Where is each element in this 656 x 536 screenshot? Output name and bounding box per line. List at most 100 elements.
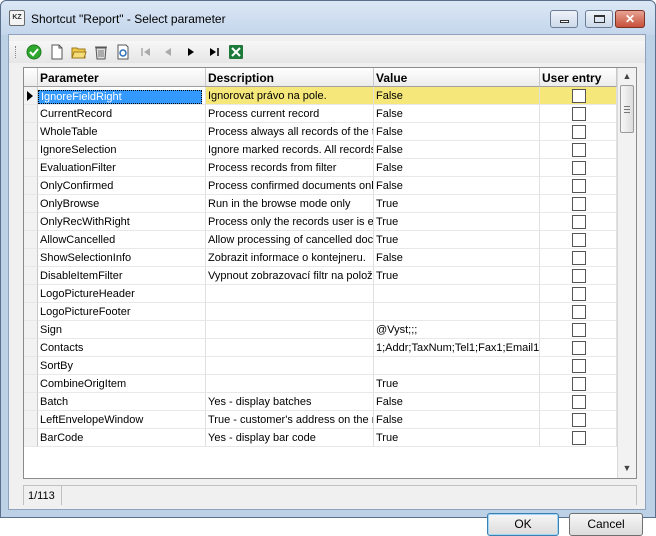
table-row[interactable]: AllowCancelled Allow processing of cancel…: [24, 231, 617, 249]
cell-parameter[interactable]: Batch: [38, 393, 206, 411]
cell-value[interactable]: False: [374, 393, 540, 411]
user-entry-checkbox[interactable]: [572, 413, 586, 427]
row-indicator[interactable]: [24, 411, 38, 429]
close-button[interactable]: ✕: [615, 10, 645, 28]
cell-parameter[interactable]: EvaluationFilter: [38, 159, 206, 177]
table-row[interactable]: IgnoreFieldRight Ignorovat právo na pole.…: [24, 87, 617, 105]
row-indicator[interactable]: [24, 393, 38, 411]
cell-parameter[interactable]: Contacts: [38, 339, 206, 357]
cell-parameter[interactable]: IgnoreSelection: [38, 141, 206, 159]
cell-value[interactable]: True: [374, 231, 540, 249]
cell-value[interactable]: True: [374, 213, 540, 231]
table-row[interactable]: SortBy: [24, 357, 617, 375]
cell-description[interactable]: Process confirmed documents only: [206, 177, 374, 195]
row-indicator[interactable]: [24, 321, 38, 339]
cell-description[interactable]: Yes - display batches: [206, 393, 374, 411]
user-entry-checkbox[interactable]: [572, 377, 586, 391]
row-indicator[interactable]: [24, 159, 38, 177]
row-indicator[interactable]: [24, 267, 38, 285]
user-entry-checkbox[interactable]: [572, 107, 586, 121]
row-indicator[interactable]: [24, 87, 38, 105]
column-header-parameter[interactable]: Parameter: [38, 68, 206, 87]
user-entry-checkbox[interactable]: [572, 89, 586, 103]
table-row[interactable]: DisableItemFilter Vypnout zobrazovací fil…: [24, 267, 617, 285]
cell-value[interactable]: False: [374, 249, 540, 267]
cell-value[interactable]: False: [374, 141, 540, 159]
cell-parameter[interactable]: LogoPictureHeader: [38, 285, 206, 303]
cell-value[interactable]: True: [374, 195, 540, 213]
cell-description[interactable]: [206, 303, 374, 321]
cell-parameter[interactable]: ShowSelectionInfo: [38, 249, 206, 267]
cell-value[interactable]: 1;Addr;TaxNum;Tel1;Fax1;Email1;\: [374, 339, 540, 357]
parameter-grid[interactable]: Parameter Description Value User entry I…: [23, 67, 637, 479]
row-indicator[interactable]: [24, 105, 38, 123]
row-indicator[interactable]: [24, 195, 38, 213]
cell-parameter[interactable]: SortBy: [38, 357, 206, 375]
row-indicator[interactable]: [24, 249, 38, 267]
cell-parameter[interactable]: CurrentRecord: [38, 105, 206, 123]
row-indicator[interactable]: [24, 429, 38, 447]
cell-description[interactable]: Process records from filter: [206, 159, 374, 177]
cell-description[interactable]: [206, 321, 374, 339]
scroll-down-icon[interactable]: ▼: [618, 460, 636, 477]
user-entry-checkbox[interactable]: [572, 143, 586, 157]
cell-description[interactable]: Process current record: [206, 105, 374, 123]
cell-description[interactable]: Ignore marked records. All records: [206, 141, 374, 159]
column-header-user-entry[interactable]: User entry: [540, 68, 617, 87]
table-row[interactable]: Contacts 1;Addr;TaxNum;Tel1;Fax1;Email1;\: [24, 339, 617, 357]
table-row[interactable]: CurrentRecord Process current record False: [24, 105, 617, 123]
cell-value[interactable]: [374, 357, 540, 375]
cell-value[interactable]: False: [374, 87, 540, 105]
table-row[interactable]: ShowSelectionInfo Zobrazit informace o ko…: [24, 249, 617, 267]
row-indicator[interactable]: [24, 357, 38, 375]
cell-parameter[interactable]: CombineOrigItem: [38, 375, 206, 393]
table-row[interactable]: OnlyConfirmed Process confirmed documents…: [24, 177, 617, 195]
table-row[interactable]: OnlyBrowse Run in the browse mode only Tru…: [24, 195, 617, 213]
user-entry-checkbox[interactable]: [572, 341, 586, 355]
cell-parameter[interactable]: IgnoreFieldRight: [38, 87, 206, 105]
user-entry-checkbox[interactable]: [572, 179, 586, 193]
cell-description[interactable]: True - customer's address on the ri: [206, 411, 374, 429]
cell-parameter[interactable]: OnlyConfirmed: [38, 177, 206, 195]
previous-record-icon[interactable]: [160, 44, 176, 60]
check-icon[interactable]: [26, 44, 42, 60]
user-entry-checkbox[interactable]: [572, 125, 586, 139]
row-indicator[interactable]: [24, 375, 38, 393]
table-row[interactable]: LogoPictureHeader: [24, 285, 617, 303]
cell-description[interactable]: Allow processing of cancelled docu: [206, 231, 374, 249]
cell-parameter[interactable]: AllowCancelled: [38, 231, 206, 249]
new-document-icon[interactable]: [49, 44, 65, 60]
cell-parameter[interactable]: DisableItemFilter: [38, 267, 206, 285]
cell-description[interactable]: Yes - display bar code: [206, 429, 374, 447]
cell-description[interactable]: [206, 339, 374, 357]
cell-value[interactable]: False: [374, 177, 540, 195]
cell-parameter[interactable]: LeftEnvelopeWindow: [38, 411, 206, 429]
ok-button[interactable]: OK: [487, 513, 559, 536]
cell-parameter[interactable]: OnlyBrowse: [38, 195, 206, 213]
user-entry-checkbox[interactable]: [572, 161, 586, 175]
user-entry-checkbox[interactable]: [572, 323, 586, 337]
table-row[interactable]: EvaluationFilter Process records from fil…: [24, 159, 617, 177]
user-entry-checkbox[interactable]: [572, 431, 586, 445]
next-record-icon[interactable]: [183, 44, 199, 60]
user-entry-checkbox[interactable]: [572, 269, 586, 283]
cell-description[interactable]: [206, 285, 374, 303]
column-header-value[interactable]: Value: [374, 68, 540, 87]
row-indicator[interactable]: [24, 303, 38, 321]
user-entry-checkbox[interactable]: [572, 233, 586, 247]
cell-parameter[interactable]: WholeTable: [38, 123, 206, 141]
cell-value[interactable]: True: [374, 375, 540, 393]
cell-value[interactable]: @Vyst;;;: [374, 321, 540, 339]
cell-description[interactable]: Process always all records of the ta: [206, 123, 374, 141]
table-row[interactable]: CombineOrigItem True: [24, 375, 617, 393]
cell-value[interactable]: False: [374, 159, 540, 177]
vertical-scrollbar[interactable]: ▲ ▼: [617, 68, 636, 478]
cell-parameter[interactable]: BarCode: [38, 429, 206, 447]
cell-description[interactable]: Vypnout zobrazovací filtr na polož: [206, 267, 374, 285]
minimize-button[interactable]: [550, 10, 578, 28]
cell-value[interactable]: False: [374, 411, 540, 429]
cell-value[interactable]: [374, 285, 540, 303]
column-header-description[interactable]: Description: [206, 68, 374, 87]
scroll-up-icon[interactable]: ▲: [618, 68, 636, 85]
user-entry-checkbox[interactable]: [572, 305, 586, 319]
